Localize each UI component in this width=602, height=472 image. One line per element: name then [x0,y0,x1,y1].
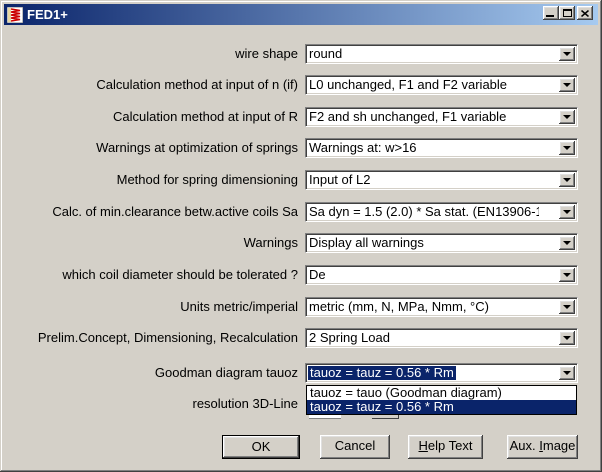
dropdown-arrow-button[interactable] [559,300,575,314]
row-min-clearance: Calc. of min.clearance betw.active coils… [0,202,602,222]
combo-value: Sa dyn = 1.5 (2.0) * Sa stat. (EN13906-1… [309,205,539,219]
combo-value: Warnings at: w>16 [309,141,417,155]
combo-value: 2 Spring Load [309,331,390,345]
field-label: Calculation method at input of n (if) [96,75,298,95]
row-calc-method-r: Calculation method at input of R F2 and … [0,107,602,127]
combo-calc-method-n[interactable]: L0 unchanged, F1 and F2 variable [305,75,578,95]
chevron-down-icon [563,83,571,87]
dropdown-option[interactable]: tauoz = tauo (Goodman diagram) [307,386,576,400]
chevron-down-icon [563,146,571,150]
dropdown-arrow-button[interactable] [559,47,575,61]
field-label: Prelim.Concept, Dimensioning, Recalculat… [38,328,298,348]
help-text-button[interactable]: Help Text [408,435,483,459]
combo-value: Input of L2 [309,173,370,187]
combo-units[interactable]: metric (mm, N, MPa, Nmm, °C) [305,297,578,317]
combo-goodman-diagram[interactable]: tauoz = tauz = 0.56 * Rm [305,363,578,383]
close-button[interactable] [577,6,593,20]
cancel-button[interactable]: Cancel [320,435,390,459]
combo-calc-method-r[interactable]: F2 and sh unchanged, F1 variable [305,107,578,127]
dropdown-arrow-button[interactable] [559,236,575,250]
resolution-3d-line-field-sliver[interactable] [309,415,341,419]
close-icon [581,10,589,17]
combo-value: round [309,47,342,61]
row-dimensioning-method: Method for spring dimensioning Input of … [0,170,602,190]
chevron-down-icon [563,305,571,309]
chevron-down-icon [563,178,571,182]
chevron-down-icon [563,336,571,340]
combo-value: L0 unchanged, F1 and F2 variable [309,78,507,92]
combo-tolerated-diameter[interactable]: De [305,265,578,285]
field-label: which coil diameter should be tolerated … [62,265,298,285]
row-warnings-optimization: Warnings at optimization of springs Warn… [0,138,602,158]
chevron-down-icon [563,241,571,245]
combo-wire-shape[interactable]: round [305,44,578,64]
row-tolerated-diameter: which coil diameter should be tolerated … [0,265,602,285]
chevron-down-icon [563,371,571,375]
dropdown-arrow-button[interactable] [559,173,575,187]
combo-warnings-optimization[interactable]: Warnings at: w>16 [305,138,578,158]
combo-warnings[interactable]: Display all warnings [305,233,578,253]
dropdown-arrow-button[interactable] [559,366,575,380]
titlebar[interactable]: FED1+ [4,4,598,25]
dropdown-arrow-button[interactable] [559,141,575,155]
dropdown-arrow-button[interactable] [559,205,575,219]
dropdown-arrow-button[interactable] [559,268,575,282]
aux-image-button[interactable]: Aux. Image [507,435,578,459]
combo-value: De [309,268,326,282]
combo-prelim-concept[interactable]: 2 Spring Load [305,328,578,348]
window-title: FED1+ [27,7,68,22]
field-label: Warnings at optimization of springs [96,138,298,158]
ok-button[interactable]: OK [222,435,300,459]
field-label: Calculation method at input of R [113,107,298,127]
chevron-down-icon [563,210,571,214]
chevron-down-icon [563,273,571,277]
minimize-button[interactable] [543,6,559,20]
maximize-icon [563,9,572,17]
dropdown-arrow-button[interactable] [559,78,575,92]
row-calc-method-n: Calculation method at input of n (if) L0… [0,75,602,95]
field-label: Calc. of min.clearance betw.active coils… [52,202,298,222]
field-label: wire shape [235,44,298,64]
row-warnings: Warnings Display all warnings [0,233,602,253]
combo-value: F2 and sh unchanged, F1 variable [309,110,506,124]
dropdown-option-highlighted[interactable]: tauoz = tauz = 0.56 * Rm [307,400,576,414]
minimize-icon [546,15,554,17]
maximize-button[interactable] [559,6,575,20]
combo-value: metric (mm, N, MPa, Nmm, °C) [309,300,489,314]
field-label: Units metric/imperial [180,297,298,317]
combo-min-clearance[interactable]: Sa dyn = 1.5 (2.0) * Sa stat. (EN13906-1… [305,202,578,222]
fed1-dialog-window: FED1+ wire shape round Calculation metho… [0,0,602,472]
row-units: Units metric/imperial metric (mm, N, MPa… [0,297,602,317]
row-wire-shape: wire shape round [0,44,602,64]
dropdown-arrow-button[interactable] [559,110,575,124]
dropdown-arrow-button[interactable] [559,331,575,345]
resolution-3d-line-button-sliver[interactable] [372,415,399,419]
chevron-down-icon [563,52,571,56]
row-prelim-concept: Prelim.Concept, Dimensioning, Recalculat… [0,328,602,348]
spring-app-icon [7,7,23,23]
combo-value: Display all warnings [309,236,424,250]
field-label: resolution 3D-Line [192,394,298,414]
chevron-down-icon [563,115,571,119]
field-label: Goodman diagram tauoz [155,363,298,383]
combo-dimensioning-method[interactable]: Input of L2 [305,170,578,190]
field-label: Method for spring dimensioning [117,170,298,190]
row-goodman-diagram: Goodman diagram tauoz tauoz = tauz = 0.5… [0,363,602,383]
field-label: Warnings [244,233,298,253]
combo-value-selected: tauoz = tauz = 0.56 * Rm [308,366,456,380]
goodman-dropdown-list: tauoz = tauo (Goodman diagram) tauoz = t… [306,385,577,415]
